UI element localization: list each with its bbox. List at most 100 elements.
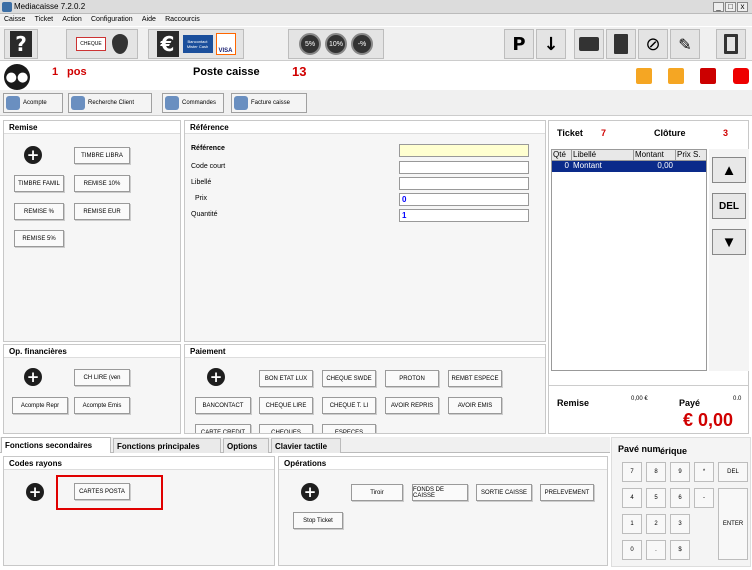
print-receipt-icon[interactable] bbox=[668, 68, 684, 84]
parking-button[interactable]: P bbox=[504, 29, 534, 59]
remise-panel: Remise + TIMBRE LIBRA TIMBRE FAMIL REMIS… bbox=[3, 120, 181, 342]
tab-fonctions-secondaires[interactable]: Fonctions secondaires bbox=[1, 437, 111, 453]
reference-input[interactable] bbox=[399, 144, 529, 157]
print-button[interactable] bbox=[574, 29, 604, 59]
remise-5-button[interactable]: REMISE 5% bbox=[14, 230, 64, 247]
timbre-famil-button[interactable]: TIMBRE FAMIL bbox=[14, 175, 64, 192]
key-0[interactable]: 0 bbox=[622, 540, 642, 560]
add-remise-icon[interactable]: + bbox=[24, 146, 42, 164]
avoir-emis-button[interactable]: AVOIR EMIS bbox=[448, 397, 502, 414]
paiement-panel: Paiement + BON ETAT LUX CHEQUE SWDE PROT… bbox=[184, 344, 546, 434]
ticket-label: Ticket bbox=[557, 128, 583, 138]
menu-raccourcis[interactable]: Raccourcis bbox=[165, 14, 200, 26]
remise-total-label: Remise bbox=[557, 398, 590, 408]
acompte-button[interactable]: Acompte bbox=[3, 93, 63, 113]
ticket-table[interactable]: Qté Libellé Montant Prix S. 0 Montant 0,… bbox=[551, 149, 707, 371]
proton-button[interactable]: PROTON bbox=[385, 370, 439, 387]
carte-credit-button[interactable]: CARTE CREDIT bbox=[195, 424, 251, 433]
code-court-input[interactable] bbox=[399, 161, 529, 174]
orders-button[interactable]: Commandes bbox=[162, 93, 224, 113]
key-minus[interactable]: - bbox=[694, 488, 714, 508]
timbre-libra-button[interactable]: TIMBRE LIBRA bbox=[74, 147, 130, 164]
delete-line-button[interactable]: DEL bbox=[712, 193, 746, 219]
quantite-input[interactable]: 1 bbox=[399, 209, 529, 222]
prix-input[interactable]: 0 bbox=[399, 193, 529, 206]
cartes-posta-button[interactable]: CARTES POSTA bbox=[74, 483, 130, 500]
fonds-de-caisse-button[interactable]: FONDS DE CAISSE bbox=[412, 484, 468, 501]
close-button[interactable]: x bbox=[737, 2, 748, 12]
scroll-down-button[interactable]: ▼ bbox=[712, 229, 746, 255]
cheque-lire-button[interactable]: CHEQUE LIRE bbox=[259, 397, 313, 414]
scroll-up-button[interactable]: ▲ bbox=[712, 157, 746, 183]
maximize-button[interactable]: □ bbox=[725, 2, 736, 12]
menu-action[interactable]: Action bbox=[62, 14, 81, 26]
menu-aide[interactable]: Aide bbox=[142, 14, 156, 26]
acompte-repr-button[interactable]: Acompte Repr bbox=[12, 397, 68, 414]
key-multiply[interactable]: * bbox=[694, 462, 714, 482]
key-decimal[interactable]: . bbox=[646, 540, 666, 560]
tab-clavier-tactile[interactable]: Clavier tactile bbox=[271, 438, 341, 453]
rembt-espece-button[interactable]: REMBT ESPECE bbox=[448, 370, 502, 387]
cheque-swde-button[interactable]: CHEQUE SWDE bbox=[322, 370, 376, 387]
menu-configuration[interactable]: Configuration bbox=[91, 14, 133, 26]
cloture-number: 3 bbox=[723, 128, 729, 138]
stop-ticket-button[interactable]: Stop Ticket bbox=[293, 512, 343, 529]
add-op-icon[interactable]: + bbox=[24, 368, 42, 386]
ch-lire-button[interactable]: CH LIRE (ven bbox=[74, 369, 130, 386]
add-code-rayon-icon[interactable]: + bbox=[26, 483, 44, 501]
add-payment-icon[interactable]: + bbox=[207, 368, 225, 386]
power-icon[interactable] bbox=[733, 68, 749, 84]
document-button[interactable] bbox=[606, 29, 636, 59]
invoice-button[interactable]: Facture caisse bbox=[231, 93, 307, 113]
acompte-emis-button[interactable]: Acompte Emis bbox=[74, 397, 130, 414]
especes-button[interactable]: ESPECES bbox=[322, 424, 376, 433]
key-8[interactable]: 8 bbox=[646, 462, 666, 482]
add-operation-icon[interactable]: + bbox=[301, 483, 319, 501]
key-5[interactable]: 5 bbox=[646, 488, 666, 508]
tab-fonctions-principales[interactable]: Fonctions principales bbox=[113, 438, 221, 453]
card-payment-button[interactable]: € Bancontact Mister Cash VISA bbox=[148, 29, 244, 59]
globe-icon[interactable] bbox=[700, 68, 716, 84]
key-dollar[interactable]: $ bbox=[670, 540, 690, 560]
minimize-button[interactable]: _ bbox=[713, 2, 724, 12]
key-2[interactable]: 2 bbox=[646, 514, 666, 534]
help-button[interactable]: ? bbox=[4, 29, 38, 59]
bancontact-button[interactable]: BANCONTACT bbox=[195, 397, 251, 414]
tiroir-button[interactable]: Tiroir bbox=[351, 484, 403, 501]
key-del[interactable]: DEL bbox=[718, 462, 748, 482]
key-9[interactable]: 9 bbox=[670, 462, 690, 482]
search-client-button[interactable]: Recherche Client bbox=[68, 93, 152, 113]
discount-10-icon[interactable]: 10% bbox=[325, 33, 347, 55]
libelle-input[interactable] bbox=[399, 177, 529, 190]
table-row[interactable]: 0 Montant 0,00 bbox=[552, 161, 706, 172]
user-avatar-icon[interactable]: ●● bbox=[4, 64, 30, 90]
bon-etat-lux-button[interactable]: BON ETAT LUX bbox=[259, 370, 313, 387]
cheque-t-li-button[interactable]: CHEQUE T. LI bbox=[322, 397, 376, 414]
prelevement-button[interactable]: PRELEVEMENT bbox=[540, 484, 594, 501]
menu-caisse[interactable]: Caisse bbox=[4, 14, 25, 26]
key-4[interactable]: 4 bbox=[622, 488, 642, 508]
key-7[interactable]: 7 bbox=[622, 462, 642, 482]
sortie-caisse-button[interactable]: SORTIE CAISSE bbox=[476, 484, 532, 501]
key-3[interactable]: 3 bbox=[670, 514, 690, 534]
cheque-button[interactable]: CHEQUE bbox=[66, 29, 138, 59]
operations-title: Opérations bbox=[279, 457, 607, 470]
tab-options[interactable]: Options bbox=[223, 438, 269, 453]
cancel-button[interactable]: ⊘ bbox=[638, 29, 668, 59]
discount-custom-icon[interactable]: -% bbox=[351, 33, 373, 55]
discount-5-icon[interactable]: 5% bbox=[299, 33, 321, 55]
exit-button[interactable] bbox=[716, 29, 746, 59]
edit-button[interactable]: ✎ bbox=[670, 29, 700, 59]
menu-ticket[interactable]: Ticket bbox=[35, 14, 53, 26]
remise-eur-button[interactable]: REMISE EUR bbox=[74, 203, 130, 220]
invoice-icon bbox=[234, 96, 248, 110]
remise-pct-button[interactable]: REMISE % bbox=[14, 203, 64, 220]
remise-10-button[interactable]: REMISE 10% bbox=[74, 175, 130, 192]
download-button[interactable]: ↓ bbox=[536, 29, 566, 59]
basket-icon[interactable] bbox=[636, 68, 652, 84]
cheques-button[interactable]: CHEQUES bbox=[259, 424, 313, 433]
key-6[interactable]: 6 bbox=[670, 488, 690, 508]
key-1[interactable]: 1 bbox=[622, 514, 642, 534]
avoir-repris-button[interactable]: AVOIR REPRIS bbox=[385, 397, 439, 414]
key-enter[interactable]: ENTER bbox=[718, 488, 748, 560]
